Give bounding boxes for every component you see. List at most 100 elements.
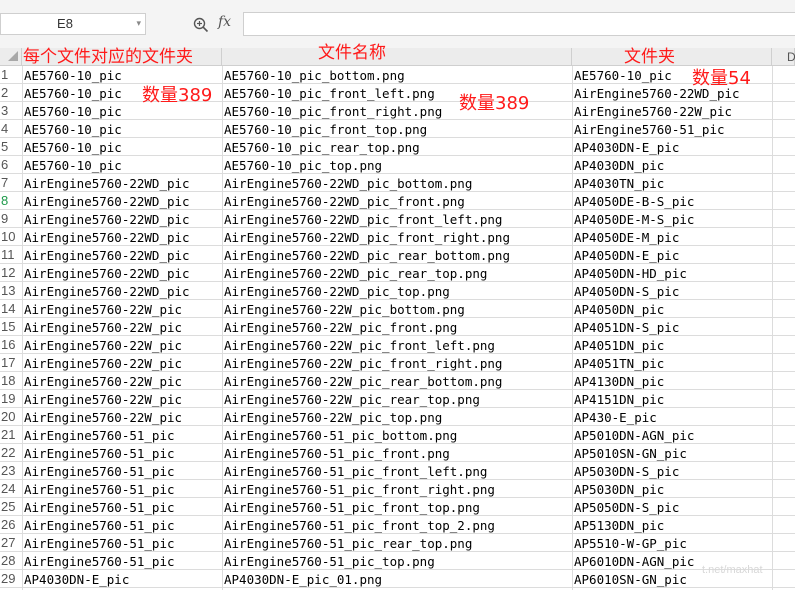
cell-b[interactable]: AirEngine5760-22WD_pic_front_left.png	[222, 210, 572, 228]
row-number[interactable]: 29	[0, 570, 22, 588]
row-number[interactable]: 22	[0, 444, 22, 462]
column-header-b[interactable]	[222, 48, 572, 66]
cell-c[interactable]: AP4050DE-M-S_pic	[572, 210, 772, 228]
row-number[interactable]: 9	[0, 210, 22, 228]
cell-c[interactable]: AP5050DN-S_pic	[572, 498, 772, 516]
cell-c[interactable]: AP5130DN_pic	[572, 516, 772, 534]
row-number[interactable]: 17	[0, 354, 22, 372]
cell-c[interactable]: AP4050DN_pic	[572, 300, 772, 318]
cell-a[interactable]: AirEngine5760-51_pic	[22, 426, 222, 444]
row-number[interactable]: 21	[0, 426, 22, 444]
row-number[interactable]: 20	[0, 408, 22, 426]
cell-b[interactable]: AirEngine5760-51_pic_front_top.png	[222, 498, 572, 516]
cell-a[interactable]: AirEngine5760-22W_pic	[22, 390, 222, 408]
row-number[interactable]: 15	[0, 318, 22, 336]
row-number[interactable]: 26	[0, 516, 22, 534]
fx-icon[interactable]: fx	[218, 14, 231, 30]
cell-c[interactable]: AP4050DN-S_pic	[572, 282, 772, 300]
formula-input[interactable]	[243, 12, 795, 36]
row-number[interactable]: 23	[0, 462, 22, 480]
cell-c[interactable]: AP4050DE-M_pic	[572, 228, 772, 246]
cell-a[interactable]: AirEngine5760-51_pic	[22, 462, 222, 480]
cell-a[interactable]: AirEngine5760-51_pic	[22, 534, 222, 552]
cell-b[interactable]: AirEngine5760-51_pic_rear_top.png	[222, 534, 572, 552]
cell-c[interactable]: AP4050DE-B-S_pic	[572, 192, 772, 210]
cell-a[interactable]: AirEngine5760-22WD_pic	[22, 174, 222, 192]
cell-a[interactable]: AE5760-10_pic	[22, 156, 222, 174]
cell-b[interactable]: AirEngine5760-51_pic_front_top_2.png	[222, 516, 572, 534]
row-number[interactable]: 7	[0, 174, 22, 192]
cell-a[interactable]: AirEngine5760-22W_pic	[22, 372, 222, 390]
cell-b[interactable]: AirEngine5760-22W_pic_rear_top.png	[222, 390, 572, 408]
cell-c[interactable]: AP4051TN_pic	[572, 354, 772, 372]
cell-b[interactable]: AE5760-10_pic_rear_top.png	[222, 138, 572, 156]
cell-b[interactable]: AirEngine5760-22W_pic_top.png	[222, 408, 572, 426]
cell-a[interactable]: AirEngine5760-22WD_pic	[22, 228, 222, 246]
cell-b[interactable]: AirEngine5760-22W_pic_bottom.png	[222, 300, 572, 318]
row-number[interactable]: 24	[0, 480, 22, 498]
cell-c[interactable]: AP4050DN-E_pic	[572, 246, 772, 264]
cell-a[interactable]: AirEngine5760-51_pic	[22, 498, 222, 516]
cell-a[interactable]: AirEngine5760-22W_pic	[22, 408, 222, 426]
cell-c[interactable]: AP4151DN_pic	[572, 390, 772, 408]
cell-c[interactable]: AP4030TN_pic	[572, 174, 772, 192]
cell-c[interactable]: AP4030DN-E_pic	[572, 138, 772, 156]
row-number[interactable]: 18	[0, 372, 22, 390]
row-number[interactable]: 16	[0, 336, 22, 354]
cell-b[interactable]: AirEngine5760-22WD_pic_front.png	[222, 192, 572, 210]
row-number[interactable]: 28	[0, 552, 22, 570]
cell-b[interactable]: AirEngine5760-51_pic_front.png	[222, 444, 572, 462]
row-number[interactable]: 3	[0, 102, 22, 120]
cell-a[interactable]: AirEngine5760-22W_pic	[22, 354, 222, 372]
cell-c[interactable]: AP430-E_pic	[572, 408, 772, 426]
cell-c[interactable]: AirEngine5760-22W_pic	[572, 102, 772, 120]
select-all-corner[interactable]	[0, 48, 22, 66]
cell-a[interactable]: AirEngine5760-22WD_pic	[22, 210, 222, 228]
cell-c[interactable]: AP5010SN-GN_pic	[572, 444, 772, 462]
cell-a[interactable]: AE5760-10_pic	[22, 120, 222, 138]
row-number[interactable]: 12	[0, 264, 22, 282]
cell-c[interactable]: AP5030DN_pic	[572, 480, 772, 498]
row-number[interactable]: 1	[0, 66, 22, 84]
cell-b[interactable]: AirEngine5760-22WD_pic_bottom.png	[222, 174, 572, 192]
row-number[interactable]: 2	[0, 84, 22, 102]
row-number[interactable]: 13	[0, 282, 22, 300]
cell-a[interactable]: AP4030DN-E_pic	[22, 570, 222, 588]
row-number[interactable]: 25	[0, 498, 22, 516]
cell-a[interactable]: AirEngine5760-22WD_pic	[22, 264, 222, 282]
cell-b[interactable]: AirEngine5760-22W_pic_front.png	[222, 318, 572, 336]
row-number[interactable]: 6	[0, 156, 22, 174]
cell-a[interactable]: AirEngine5760-22WD_pic	[22, 282, 222, 300]
cell-c[interactable]: AP5010DN-AGN_pic	[572, 426, 772, 444]
row-number[interactable]: 8	[0, 192, 22, 210]
row-number[interactable]: 27	[0, 534, 22, 552]
cell-a[interactable]: AirEngine5760-22W_pic	[22, 318, 222, 336]
cell-c[interactable]: AP4130DN_pic	[572, 372, 772, 390]
cell-a[interactable]: AirEngine5760-22WD_pic	[22, 246, 222, 264]
cell-c[interactable]: AP5510-W-GP_pic	[572, 534, 772, 552]
row-number[interactable]: 19	[0, 390, 22, 408]
cell-a[interactable]: AirEngine5760-51_pic	[22, 480, 222, 498]
cell-b[interactable]: AE5760-10_pic_top.png	[222, 156, 572, 174]
row-number[interactable]: 4	[0, 120, 22, 138]
cell-b[interactable]: AirEngine5760-22W_pic_front_right.png	[222, 354, 572, 372]
cell-b[interactable]: AirEngine5760-22WD_pic_top.png	[222, 282, 572, 300]
cell-b[interactable]: AirEngine5760-22W_pic_rear_bottom.png	[222, 372, 572, 390]
cell-c[interactable]: AP4030DN_pic	[572, 156, 772, 174]
cell-b[interactable]: AirEngine5760-22WD_pic_front_right.png	[222, 228, 572, 246]
cell-a[interactable]: AirEngine5760-51_pic	[22, 444, 222, 462]
cell-b[interactable]: AE5760-10_pic_front_top.png	[222, 120, 572, 138]
cell-b[interactable]: AirEngine5760-51_pic_front_left.png	[222, 462, 572, 480]
cell-b[interactable]: AP4030DN-E_pic_01.png	[222, 570, 572, 588]
cell-b[interactable]: AirEngine5760-51_pic_front_right.png	[222, 480, 572, 498]
cell-c[interactable]: AP4050DN-HD_pic	[572, 264, 772, 282]
cell-b[interactable]: AirEngine5760-22W_pic_front_left.png	[222, 336, 572, 354]
cell-c[interactable]: AP4051DN-S_pic	[572, 318, 772, 336]
cell-b[interactable]: AirEngine5760-51_pic_bottom.png	[222, 426, 572, 444]
row-number[interactable]: 14	[0, 300, 22, 318]
cell-a[interactable]: AirEngine5760-22W_pic	[22, 336, 222, 354]
cell-b[interactable]: AirEngine5760-51_pic_top.png	[222, 552, 572, 570]
zoom-icon[interactable]	[193, 17, 209, 33]
cell-b[interactable]: AirEngine5760-22WD_pic_rear_bottom.png	[222, 246, 572, 264]
cell-a[interactable]: AE5760-10_pic	[22, 138, 222, 156]
